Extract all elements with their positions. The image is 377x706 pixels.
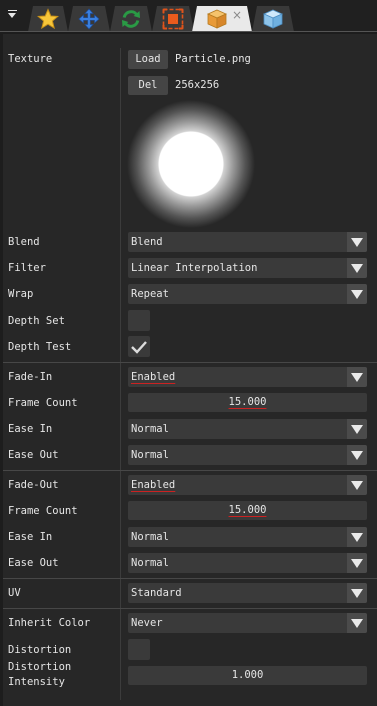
- chevron-down-icon: [347, 553, 367, 573]
- tab-bar: ×: [0, 0, 377, 32]
- tab-scale[interactable]: [152, 6, 194, 32]
- distortion-label: Distortion: [8, 644, 72, 656]
- particle-properties-panel: Texture Load Particle.png Del 256x256 Bl…: [3, 34, 377, 706]
- distortion-intensity-label: Distortion Intensity: [8, 661, 72, 688]
- star-icon: [37, 8, 59, 30]
- tab-cube[interactable]: [252, 6, 294, 32]
- wrap-select[interactable]: Repeat: [128, 284, 367, 304]
- tab-move[interactable]: [68, 6, 110, 32]
- inherit-color-select[interactable]: Never: [128, 613, 367, 633]
- move-icon: [78, 8, 100, 30]
- fade-out-select[interactable]: Enabled: [128, 475, 367, 495]
- chevron-down-icon: [347, 284, 367, 304]
- load-button[interactable]: Load: [128, 50, 168, 69]
- divider: [3, 578, 377, 579]
- depth-test-checkbox[interactable]: [128, 336, 150, 357]
- blend-label: Blend: [8, 236, 40, 248]
- depth-set-checkbox[interactable]: [128, 310, 150, 331]
- fade-in-ease-out-select[interactable]: Normal: [128, 445, 367, 465]
- chevron-down-icon: [347, 527, 367, 547]
- close-tab-icon[interactable]: ×: [232, 8, 242, 22]
- delete-button[interactable]: Del: [128, 76, 168, 95]
- box-icon: [206, 8, 228, 30]
- chevron-down-icon: [347, 445, 367, 465]
- texture-preview: [127, 100, 255, 228]
- distortion-checkbox[interactable]: [128, 639, 150, 660]
- checkmark-icon: [131, 341, 147, 354]
- fade-out-label: Fade-Out: [8, 479, 59, 491]
- inherit-color-label: Inherit Color: [8, 617, 91, 629]
- column-divider: [120, 48, 121, 700]
- scale-icon: [162, 8, 184, 30]
- filter-label: Filter: [8, 262, 46, 274]
- blend-select[interactable]: Blend: [128, 232, 367, 252]
- chevron-down-icon: [347, 232, 367, 252]
- window-menu-icon[interactable]: [8, 10, 18, 20]
- filter-select[interactable]: Linear Interpolation: [128, 258, 367, 278]
- chevron-down-icon: [347, 367, 367, 387]
- wrap-label: Wrap: [8, 288, 34, 300]
- ease-in-label: Ease In: [8, 531, 53, 543]
- fade-out-ease-in-select[interactable]: Normal: [128, 527, 367, 547]
- tab-star[interactable]: [28, 6, 68, 32]
- fade-in-label: Fade-In: [8, 371, 53, 383]
- chevron-down-icon: [347, 475, 367, 495]
- chevron-down-icon: [347, 419, 367, 439]
- tab-particle-box[interactable]: ×: [192, 6, 252, 32]
- cube-icon: [262, 8, 284, 30]
- texture-label: Texture: [8, 53, 53, 65]
- fade-in-ease-in-select[interactable]: Normal: [128, 419, 367, 439]
- chevron-down-icon: [347, 258, 367, 278]
- ease-out-label: Ease Out: [8, 449, 59, 461]
- texture-size: 256x256: [175, 79, 220, 91]
- divider: [3, 608, 377, 609]
- divider: [3, 362, 377, 363]
- frame-count-label: Frame Count: [8, 397, 78, 409]
- distortion-intensity-field[interactable]: 1.000: [128, 666, 367, 685]
- texture-file-name: Particle.png: [175, 53, 251, 65]
- fade-out-ease-out-select[interactable]: Normal: [128, 553, 367, 573]
- depth-test-label: Depth Test: [8, 341, 72, 353]
- tab-rotate[interactable]: [110, 6, 152, 32]
- fade-out-frame-count-field[interactable]: 15.000: [128, 501, 367, 520]
- divider: [3, 470, 377, 471]
- uv-select[interactable]: Standard: [128, 583, 367, 603]
- depth-set-label: Depth Set: [8, 315, 65, 327]
- rotate-icon: [120, 8, 142, 30]
- fade-in-frame-count-field[interactable]: 15.000: [128, 393, 367, 412]
- fade-in-select[interactable]: Enabled: [128, 367, 367, 387]
- ease-out-label: Ease Out: [8, 557, 59, 569]
- chevron-down-icon: [347, 583, 367, 603]
- ease-in-label: Ease In: [8, 423, 53, 435]
- uv-label: UV: [8, 587, 21, 599]
- chevron-down-icon: [347, 613, 367, 633]
- frame-count-label: Frame Count: [8, 505, 78, 517]
